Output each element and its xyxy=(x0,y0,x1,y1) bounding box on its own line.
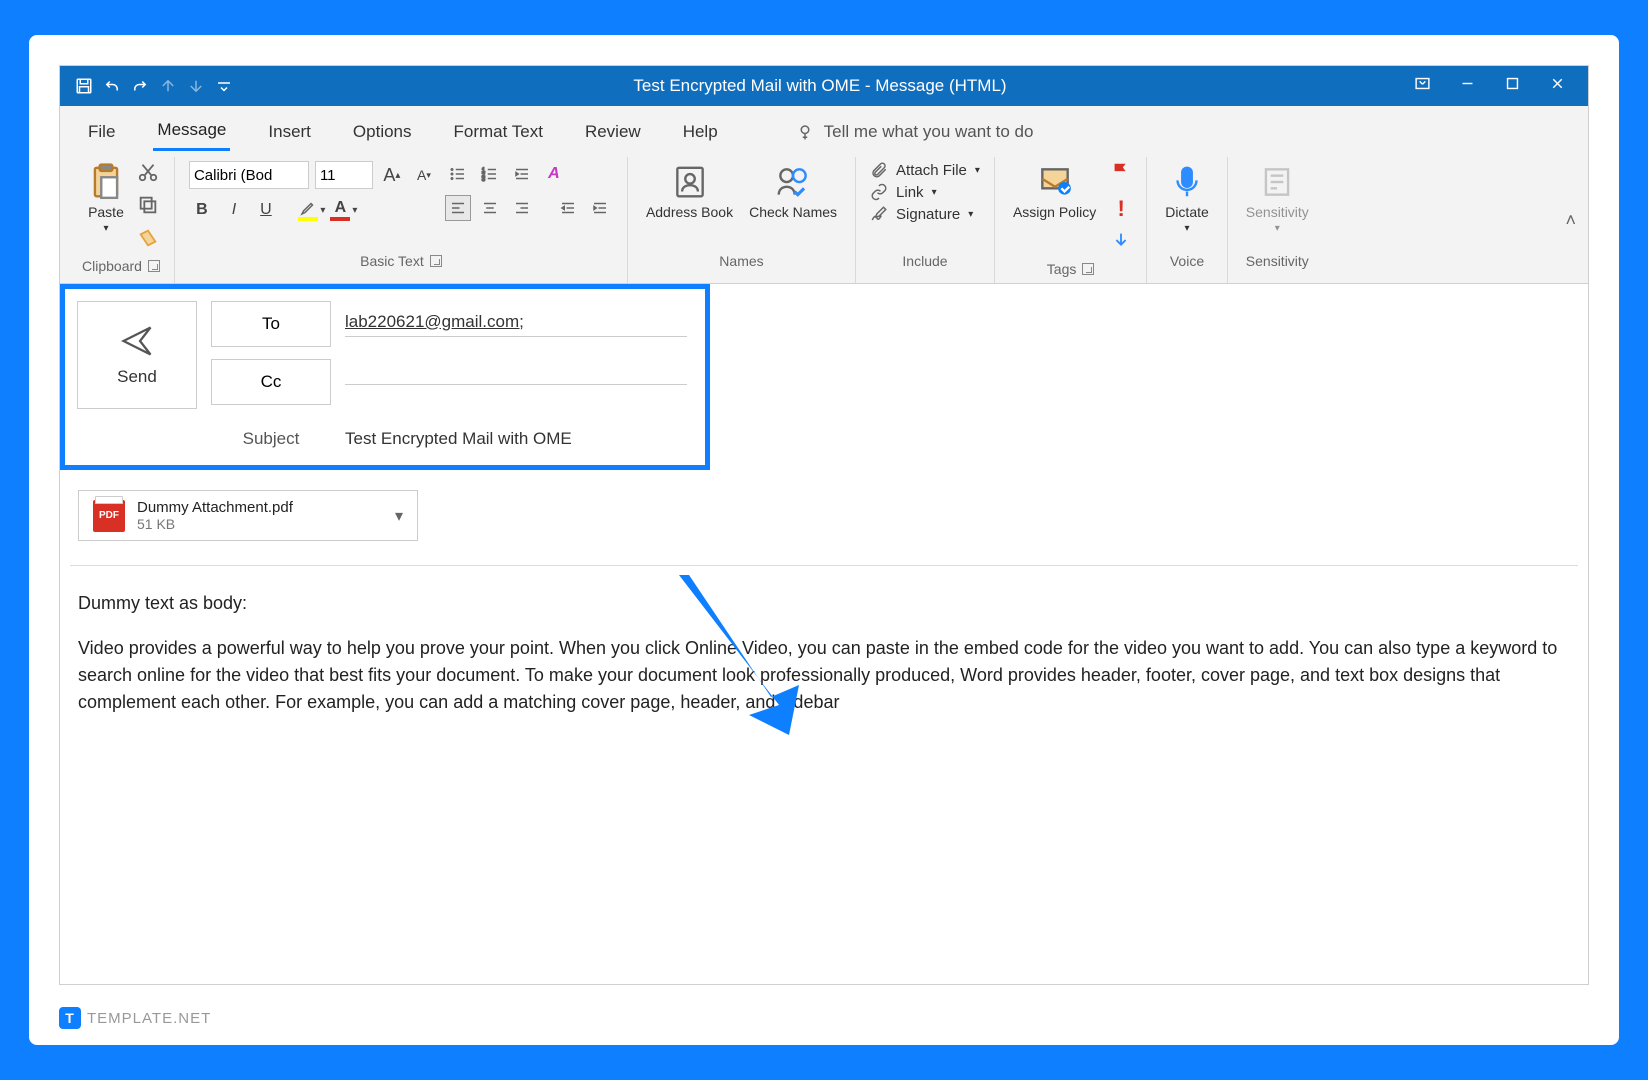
ribbon-tabs: File Message Insert Options Format Text … xyxy=(60,106,1588,151)
highlight-button[interactable]: ▾ xyxy=(299,197,325,223)
tab-file[interactable]: File xyxy=(84,114,119,150)
tab-insert[interactable]: Insert xyxy=(264,114,315,150)
copy-icon[interactable] xyxy=(137,194,159,221)
font-color-button[interactable]: A▾ xyxy=(331,197,357,223)
outlook-window: Test Encrypted Mail with OME - Message (… xyxy=(59,65,1589,985)
ribbon-display-icon[interactable] xyxy=(1414,75,1431,97)
tab-message[interactable]: Message xyxy=(153,112,230,151)
format-painter-icon[interactable] xyxy=(137,227,159,254)
down-arrow-icon[interactable] xyxy=(186,76,206,96)
qat-customize-icon[interactable] xyxy=(214,76,234,96)
basictext-dialog-launcher[interactable] xyxy=(430,255,442,267)
decrease-indent-icon[interactable] xyxy=(555,195,581,221)
low-importance-icon[interactable] xyxy=(1110,230,1132,257)
to-field-value[interactable]: lab220621@gmail.com; xyxy=(345,312,687,337)
check-names-button[interactable]: Check Names xyxy=(745,161,841,223)
assign-policy-button[interactable]: Assign Policy xyxy=(1009,161,1100,223)
address-book-button[interactable]: Address Book xyxy=(642,161,737,223)
watermark: T TEMPLATE.NET xyxy=(59,1007,211,1029)
grow-font-icon[interactable]: A▴ xyxy=(379,162,405,188)
group-voice: Dictate ▾ Voice xyxy=(1147,157,1228,283)
font-family-select[interactable] xyxy=(189,161,309,189)
body-intro: Dummy text as body: xyxy=(78,590,1570,617)
up-arrow-icon[interactable] xyxy=(158,76,178,96)
follow-up-icon[interactable] xyxy=(1110,161,1132,188)
save-icon[interactable] xyxy=(74,76,94,96)
cc-button[interactable]: Cc xyxy=(211,359,331,405)
attachment-size: 51 KB xyxy=(137,516,293,532)
minimize-icon[interactable] xyxy=(1459,75,1476,97)
highlighted-recipient-area: Send To lab220621@gmail.com; Cc Subject … xyxy=(60,284,710,470)
cc-field-value[interactable] xyxy=(345,380,687,385)
signature-button[interactable]: Signature▾ xyxy=(870,205,980,223)
window-title: Test Encrypted Mail with OME - Message (… xyxy=(248,76,1392,96)
cut-icon[interactable] xyxy=(137,161,159,188)
close-icon[interactable] xyxy=(1549,75,1566,97)
divider xyxy=(70,565,1578,566)
attachment-name: Dummy Attachment.pdf xyxy=(137,499,293,516)
svg-text:3: 3 xyxy=(482,177,486,183)
attachment-item[interactable]: PDF Dummy Attachment.pdf 51 KB ▾ xyxy=(78,490,418,541)
body-paragraph: Video provides a powerful way to help yo… xyxy=(78,635,1570,716)
indent-icon[interactable] xyxy=(509,161,535,187)
dictate-button[interactable]: Dictate ▾ xyxy=(1161,161,1213,236)
watermark-icon: T xyxy=(59,1007,81,1029)
tab-review[interactable]: Review xyxy=(581,114,645,150)
redo-icon[interactable] xyxy=(130,76,150,96)
title-bar: Test Encrypted Mail with OME - Message (… xyxy=(60,66,1588,106)
attach-file-button[interactable]: Attach File▾ xyxy=(870,161,980,179)
link-button[interactable]: Link▾ xyxy=(870,183,980,201)
tab-options[interactable]: Options xyxy=(349,114,416,150)
ribbon: Paste ▾ Clipboard A▴ A▾ xyxy=(60,151,1588,284)
tab-format-text[interactable]: Format Text xyxy=(450,114,547,150)
increase-indent-icon[interactable] xyxy=(587,195,613,221)
italic-button[interactable]: I xyxy=(221,197,247,223)
shrink-font-icon[interactable]: A▾ xyxy=(411,162,437,188)
group-sensitivity: Sensitivity ▾ Sensitivity xyxy=(1228,157,1327,283)
maximize-icon[interactable] xyxy=(1504,75,1521,97)
compose-area: Send To lab220621@gmail.com; Cc Subject … xyxy=(60,284,1588,744)
group-clipboard: Paste ▾ Clipboard xyxy=(68,157,175,283)
group-basic-text: A▴ A▾ B I U ▾ A▾ 123 xyxy=(175,157,628,283)
collapse-ribbon-icon[interactable]: ˄ xyxy=(1553,157,1588,283)
tell-me-label: Tell me what you want to do xyxy=(824,122,1034,142)
tab-help[interactable]: Help xyxy=(679,114,722,150)
bold-button[interactable]: B xyxy=(189,197,215,223)
numbering-icon[interactable]: 123 xyxy=(477,161,503,187)
sensitivity-button[interactable]: Sensitivity ▾ xyxy=(1242,161,1313,236)
group-names: Address Book Check Names Names xyxy=(628,157,856,283)
tell-me-search[interactable]: Tell me what you want to do xyxy=(796,122,1034,142)
subject-value[interactable]: Test Encrypted Mail with OME xyxy=(345,429,572,449)
group-include: Attach File▾ Link▾ Signature▾ Include xyxy=(856,157,995,283)
group-tags: Assign Policy ! Tags xyxy=(995,157,1147,283)
clear-formatting-icon[interactable]: A xyxy=(541,161,567,187)
underline-button[interactable]: U xyxy=(253,197,279,223)
attachment-dropdown-icon[interactable]: ▾ xyxy=(395,506,403,526)
send-button[interactable]: Send xyxy=(77,301,197,409)
clipboard-dialog-launcher[interactable] xyxy=(148,260,160,272)
email-body[interactable]: Dummy text as body: Video provides a pow… xyxy=(60,580,1588,744)
font-size-select[interactable] xyxy=(315,161,373,189)
to-button[interactable]: To xyxy=(211,301,331,347)
undo-icon[interactable] xyxy=(102,76,122,96)
high-importance-icon[interactable]: ! xyxy=(1110,196,1132,222)
align-right-icon[interactable] xyxy=(509,195,535,221)
tutorial-frame: Test Encrypted Mail with OME - Message (… xyxy=(29,35,1619,1045)
pdf-icon: PDF xyxy=(93,500,125,532)
tags-dialog-launcher[interactable] xyxy=(1082,263,1094,275)
subject-label: Subject xyxy=(211,429,331,449)
bullets-icon[interactable] xyxy=(445,161,471,187)
align-left-icon[interactable] xyxy=(445,195,471,221)
align-center-icon[interactable] xyxy=(477,195,503,221)
paste-button[interactable]: Paste ▾ xyxy=(83,161,129,236)
